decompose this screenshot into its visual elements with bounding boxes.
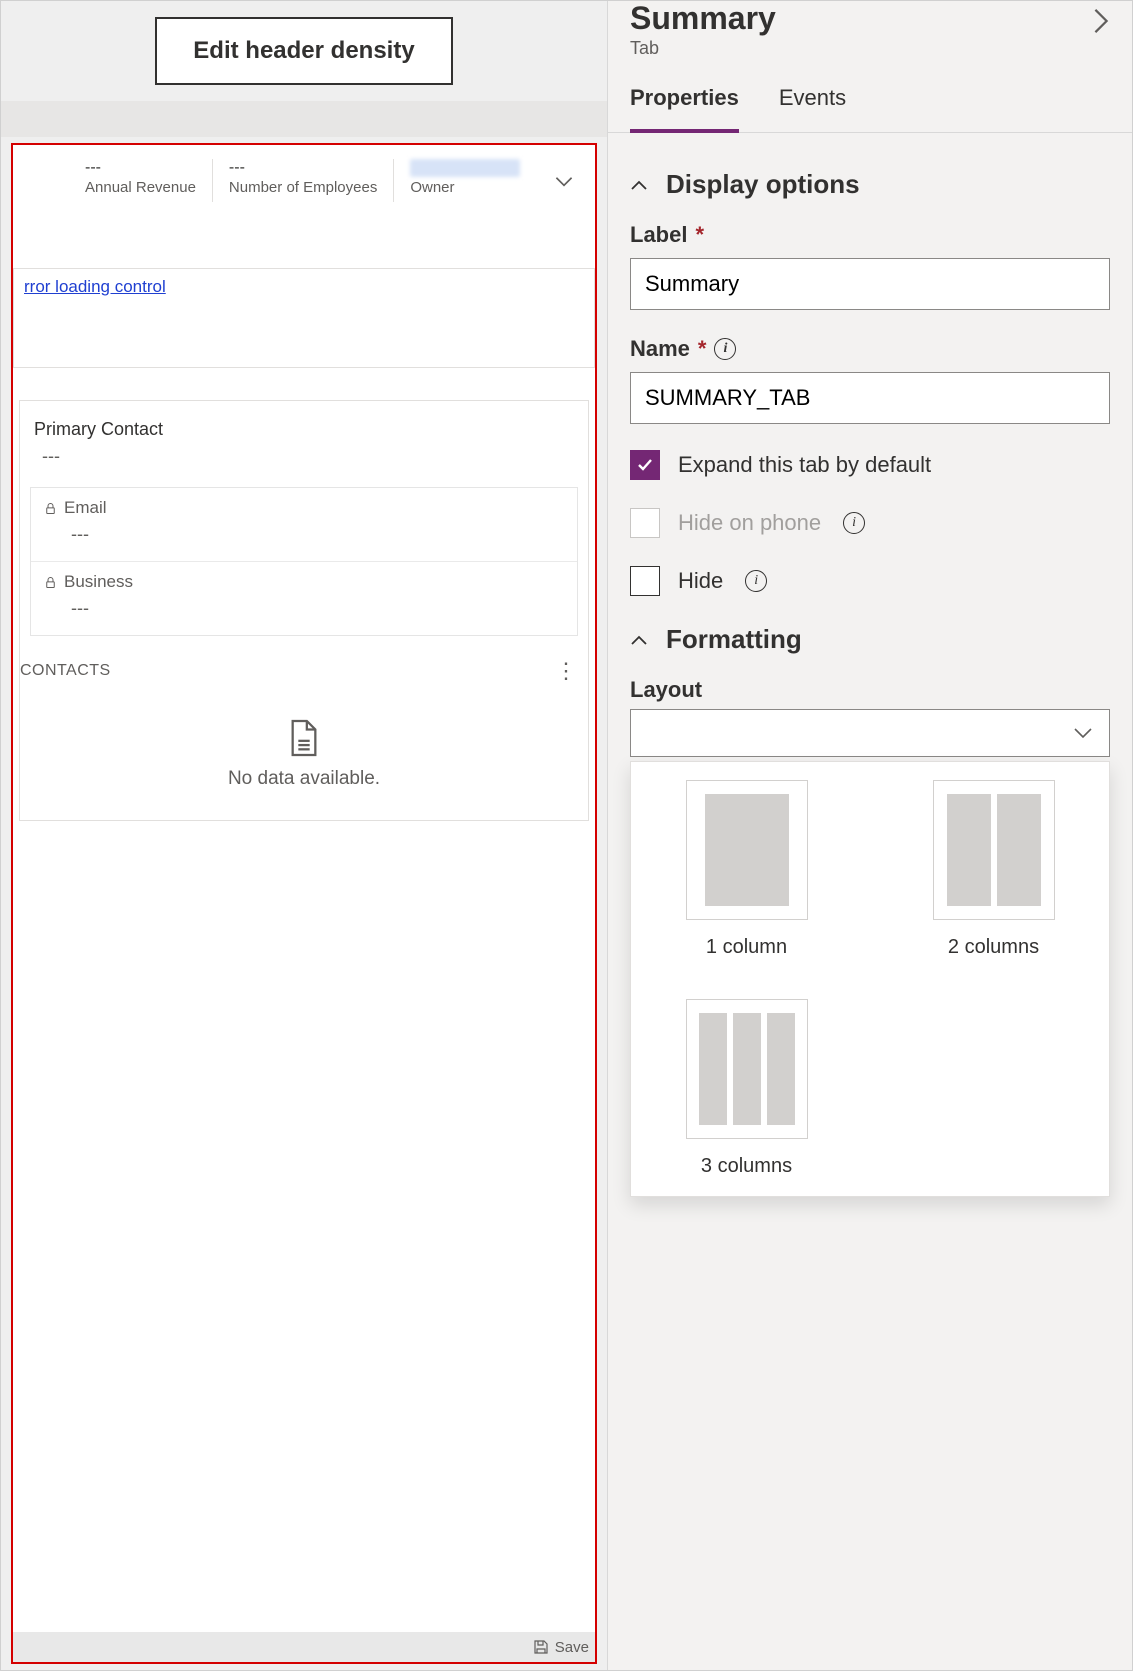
save-icon — [533, 1639, 549, 1655]
header-field-label: Annual Revenue — [85, 179, 196, 196]
expand-default-checkbox[interactable] — [630, 450, 660, 480]
info-icon[interactable]: i — [745, 570, 767, 592]
layout-thumb-2 — [933, 780, 1055, 920]
header-field-value: --- — [85, 159, 196, 177]
header-field-label: Number of Employees — [229, 179, 377, 196]
header-field-number-of-employees[interactable]: --- Number of Employees — [213, 159, 394, 202]
layout-option-3-columns[interactable]: 3 columns — [653, 999, 840, 1178]
tab-events[interactable]: Events — [779, 85, 846, 132]
header-field-owner[interactable]: Owner — [394, 159, 536, 202]
no-data-block: No data available. — [20, 698, 588, 820]
label-field-label: Label* — [630, 222, 1110, 248]
owner-value-redacted — [410, 159, 520, 177]
divider — [1, 101, 607, 137]
info-icon[interactable]: i — [714, 338, 736, 360]
section-display-options[interactable]: Display options — [630, 169, 1110, 200]
chevron-up-icon — [630, 178, 648, 192]
email-value: --- — [43, 524, 565, 545]
layout-dropdown[interactable] — [630, 709, 1110, 757]
pane-subtitle: Tab — [630, 38, 776, 59]
error-card: rror loading control — [13, 268, 595, 368]
form-preview[interactable]: --- Annual Revenue --- Number of Employe… — [11, 143, 597, 1664]
header-fields: --- Annual Revenue --- Number of Employe… — [13, 145, 595, 212]
layout-thumb-1 — [686, 780, 808, 920]
business-value: --- — [43, 598, 565, 619]
business-label: Business — [64, 572, 133, 592]
hide-checkbox-row[interactable]: Hide i — [630, 566, 1110, 596]
info-icon[interactable]: i — [843, 512, 865, 534]
lock-icon — [43, 501, 58, 516]
chevron-up-icon — [630, 633, 648, 647]
email-label: Email — [64, 498, 107, 518]
contacts-more-button[interactable]: ⋮ — [554, 658, 578, 684]
primary-contact-card[interactable]: Primary Contact --- Email — [19, 400, 589, 821]
properties-pane: Summary Tab Properties Events Display op… — [607, 1, 1132, 1670]
hide-on-phone-checkbox-row: Hide on phone i — [630, 508, 1110, 538]
name-field-label: Name* i — [630, 336, 1110, 362]
edit-header-density-button[interactable]: Edit header density — [155, 17, 452, 85]
layout-label: Layout — [630, 677, 1110, 703]
name-input[interactable] — [630, 372, 1110, 424]
form-preview-pane: Edit header density --- Annual Revenue -… — [1, 1, 607, 1670]
contacts-heading: CONTACTS — [20, 662, 111, 680]
pane-title: Summary — [630, 1, 776, 36]
expand-default-checkbox-row[interactable]: Expand this tab by default — [630, 450, 1110, 480]
primary-contact-label: Primary Contact — [34, 419, 574, 440]
chevron-right-icon[interactable] — [1092, 7, 1110, 35]
lock-icon — [43, 575, 58, 590]
save-button[interactable]: Save — [555, 1639, 589, 1656]
header-field-value: --- — [229, 159, 377, 177]
save-bar: Save — [13, 1632, 595, 1662]
header-field-annual-revenue[interactable]: --- Annual Revenue — [69, 159, 213, 202]
hide-on-phone-checkbox — [630, 508, 660, 538]
primary-contact-value: --- — [34, 446, 574, 481]
hide-checkbox[interactable] — [630, 566, 660, 596]
error-loading-control-link[interactable]: rror loading control — [24, 277, 166, 296]
document-icon — [287, 718, 321, 758]
layout-option-2-columns[interactable]: 2 columns — [900, 780, 1087, 959]
layout-options-flyout: 1 column 2 columns 3 columns — [630, 761, 1110, 1197]
business-field[interactable]: Business --- — [31, 561, 577, 635]
pane-tabs: Properties Events — [608, 59, 1132, 133]
no-data-text: No data available. — [20, 768, 588, 790]
tab-properties[interactable]: Properties — [630, 85, 739, 133]
email-field[interactable]: Email --- — [31, 488, 577, 561]
header-field-label: Owner — [410, 179, 520, 196]
check-icon — [636, 456, 654, 474]
layout-thumb-3 — [686, 999, 808, 1139]
chevron-down-icon[interactable] — [551, 168, 577, 194]
chevron-down-icon — [1073, 727, 1093, 739]
section-formatting[interactable]: Formatting — [630, 624, 1110, 655]
layout-option-1-column[interactable]: 1 column — [653, 780, 840, 959]
label-input[interactable] — [630, 258, 1110, 310]
